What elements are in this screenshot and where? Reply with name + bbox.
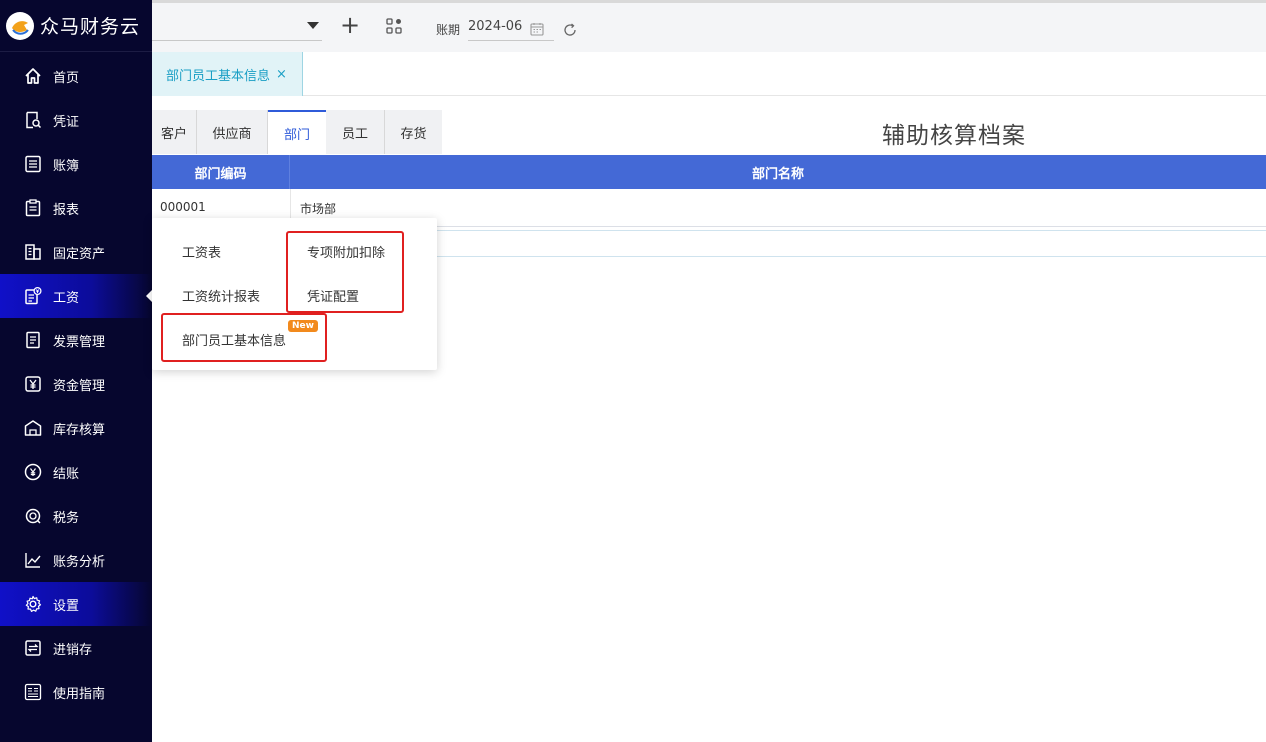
- sidebar-item-label: 资金管理: [53, 378, 106, 394]
- app-name: 众马财务云: [40, 16, 141, 38]
- menu-item-salary-stats[interactable]: 工资统计报表: [182, 286, 260, 305]
- ledger-icon: [22, 153, 44, 175]
- sidebar-item-salary[interactable]: 工资: [0, 274, 153, 318]
- invoice-icon: [22, 329, 44, 351]
- warehouse-icon: [22, 417, 44, 439]
- column-header-dept-code[interactable]: 部门编码: [152, 155, 290, 189]
- close-account-icon: [22, 461, 44, 483]
- gear-icon: [22, 593, 44, 615]
- sidebar-item-label: 账簿: [53, 158, 80, 174]
- home-icon: [22, 65, 44, 87]
- sidebar-item-close-account[interactable]: 结账: [0, 450, 152, 494]
- sidebar-item-invoice[interactable]: 发票管理: [0, 318, 152, 362]
- sidebar-item-label: 账务分析: [53, 554, 106, 570]
- sidebar-item-funds[interactable]: 资金管理: [0, 362, 152, 406]
- sidebar-item-home[interactable]: 首页: [0, 54, 152, 98]
- tab-supplier[interactable]: 供应商: [197, 110, 268, 154]
- tab-stock[interactable]: 存货: [385, 110, 442, 154]
- sidebar-item-label: 库存核算: [53, 422, 106, 438]
- logo-icon: [6, 11, 34, 40]
- sidebar-item-report[interactable]: 报表: [0, 186, 152, 230]
- top-toolbar: + 账期 2024-06: [152, 0, 1266, 52]
- menu-item-salary-table[interactable]: 工资表: [182, 242, 221, 261]
- sidebar-item-label: 固定资产: [53, 246, 106, 262]
- sidebar-item-label: 进销存: [53, 642, 93, 658]
- sidebar-item-label: 设置: [53, 598, 80, 614]
- salary-icon: [22, 285, 44, 307]
- apps-grid-icon[interactable]: [386, 18, 402, 38]
- report-icon: [22, 197, 44, 219]
- highlight-box: [286, 231, 404, 313]
- sidebar-item-inventory-accounting[interactable]: 库存核算: [0, 406, 152, 450]
- sidebar-menu: 首页 凭证 账簿 报表 固定资产 工资 发票管理 资金管理 库存核算 结账 税务…: [0, 54, 153, 714]
- cell-dept-code: 000001: [160, 200, 206, 214]
- sidebar-item-analysis[interactable]: 账务分析: [0, 538, 152, 582]
- voucher-icon: [22, 109, 44, 131]
- inventory-icon: [22, 637, 44, 659]
- close-icon[interactable]: ×: [276, 67, 287, 82]
- tab-dept-employee-info[interactable]: 部门员工基本信息 ×: [152, 52, 303, 96]
- yen-icon: [22, 373, 44, 395]
- sidebar-item-label: 首页: [53, 70, 80, 86]
- sidebar-item-label: 发票管理: [53, 334, 106, 350]
- tab-customer[interactable]: 客户: [152, 110, 197, 154]
- cell-dept-name: 市场部: [300, 202, 337, 216]
- sidebar-item-fixed-assets[interactable]: 固定资产: [0, 230, 152, 274]
- tab-label: 部门员工基本信息: [166, 68, 271, 84]
- sidebar-item-purchase-sales-stock[interactable]: 进销存: [0, 626, 152, 670]
- sidebar-item-label: 使用指南: [53, 686, 106, 702]
- table-header: 部门编码 部门名称: [152, 155, 1266, 189]
- building-icon: [22, 241, 44, 263]
- sidebar-item-label: 结账: [53, 466, 80, 482]
- page-title: 辅助核算档案: [882, 123, 1026, 149]
- period-label: 账期: [436, 23, 461, 37]
- chevron-down-icon[interactable]: [307, 22, 319, 29]
- sidebar-item-tax[interactable]: 税务: [0, 494, 152, 538]
- salary-submenu: 工资表 专项附加扣除 工资统计报表 凭证配置 部门员工基本信息 New: [152, 218, 437, 370]
- add-icon[interactable]: +: [340, 13, 360, 37]
- sidebar-item-label: 凭证: [53, 114, 80, 130]
- sidebar-item-label: 税务: [53, 510, 80, 526]
- column-header-dept-name[interactable]: 部门名称: [290, 155, 1266, 189]
- sidebar-item-guide[interactable]: 使用指南: [0, 670, 152, 714]
- sidebar-item-ledger[interactable]: 账簿: [0, 142, 152, 186]
- tab-department[interactable]: 部门: [268, 110, 326, 154]
- chart-icon: [22, 549, 44, 571]
- sidebar-item-label: 工资: [53, 290, 80, 306]
- sidebar-item-label: 报表: [53, 202, 80, 218]
- calendar-icon[interactable]: [530, 21, 544, 40]
- refresh-icon[interactable]: [563, 22, 577, 41]
- guide-icon: [22, 681, 44, 703]
- account-set-select[interactable]: [152, 9, 322, 41]
- tax-icon: [22, 505, 44, 527]
- page-tab-strip: 部门员工基本信息 ×: [152, 52, 1266, 96]
- sidebar-item-settings[interactable]: 设置: [0, 582, 152, 626]
- highlight-box: [161, 313, 327, 362]
- main-content: 客户 供应商 部门 员工 存货 辅助核算档案 部门编码 部门名称 000001 …: [152, 96, 1266, 742]
- app-logo[interactable]: 众马财务云: [0, 0, 152, 52]
- sidebar: 众马财务云 首页 凭证 账簿 报表 固定资产 工资 发票管理 资金管理 库存核算…: [0, 0, 153, 742]
- sidebar-item-voucher[interactable]: 凭证: [0, 98, 152, 142]
- tab-employee[interactable]: 员工: [326, 110, 385, 154]
